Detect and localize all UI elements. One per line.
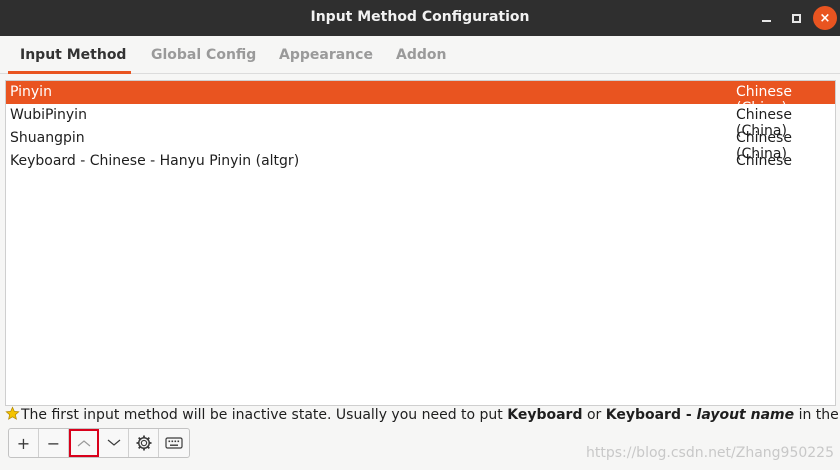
configure-icon xyxy=(136,435,151,451)
input-method-name: WubiPinyin xyxy=(10,107,87,123)
configure-button[interactable] xyxy=(129,429,159,457)
window-title: Input Method Configuration xyxy=(310,9,530,25)
minimize-button[interactable] xyxy=(754,6,778,30)
move-down-icon xyxy=(107,439,120,446)
move-down-button[interactable] xyxy=(99,429,129,457)
remove-icon: − xyxy=(46,433,61,453)
close-button[interactable]: × xyxy=(813,6,837,30)
minimize-icon xyxy=(761,20,771,22)
tab-input-method[interactable]: Input Method xyxy=(20,47,126,63)
input-method-name: Keyboard - Chinese - Hanyu Pinyin (altgr… xyxy=(10,153,300,169)
star-icon xyxy=(5,406,21,425)
list-item[interactable]: WubiPinyin Chinese (China) xyxy=(6,104,835,139)
tab-global-config[interactable]: Global Config xyxy=(151,47,256,63)
keyboard-layout-button[interactable] xyxy=(159,429,189,457)
tab-appearance[interactable]: Appearance xyxy=(279,47,373,63)
list-item[interactable]: Pinyin Chinese (China) xyxy=(6,81,835,116)
list-item[interactable]: Shuangpin Chinese (China) xyxy=(6,127,835,162)
move-up-icon xyxy=(77,440,90,447)
maximize-icon xyxy=(791,13,801,23)
watermark: https://blog.csdn.net/Zhang950225 xyxy=(586,445,835,461)
maximize-button[interactable] xyxy=(784,6,808,30)
close-icon: × xyxy=(819,10,831,26)
add-button[interactable]: + xyxy=(9,429,39,457)
input-method-list[interactable]: Pinyin Chinese (China) WubiPinyin Chines… xyxy=(5,80,836,406)
window-content: Input Method Global Config Appearance Ad… xyxy=(0,36,840,470)
input-method-name: Pinyin xyxy=(10,84,52,100)
input-method-language: Chinese xyxy=(736,153,792,169)
tab-addon[interactable]: Addon xyxy=(396,47,446,63)
input-method-name: Shuangpin xyxy=(10,130,85,146)
list-item[interactable]: Keyboard - Chinese - Hanyu Pinyin (altgr… xyxy=(6,150,835,173)
add-icon: + xyxy=(16,433,31,453)
remove-button[interactable]: − xyxy=(39,429,69,457)
hint-text: The first input method will be inactive … xyxy=(5,406,840,426)
tab-bar: Input Method Global Config Appearance Ad… xyxy=(0,36,840,74)
title-bar: Input Method Configuration × xyxy=(0,0,840,36)
active-tab-indicator xyxy=(8,71,131,74)
list-toolbar: + − xyxy=(8,428,190,458)
keyboard-icon xyxy=(165,437,183,449)
move-up-button[interactable] xyxy=(69,429,99,457)
